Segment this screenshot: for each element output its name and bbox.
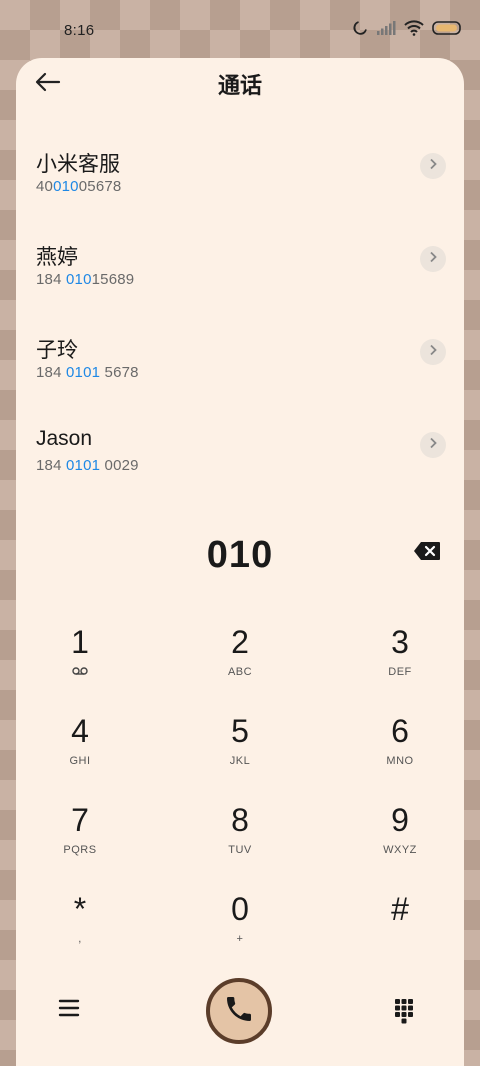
contact-item[interactable]: 燕婷 184 01015689 bbox=[36, 241, 446, 311]
key-letters: ABC bbox=[227, 666, 253, 678]
key-digit: # bbox=[391, 891, 409, 927]
key-1[interactable]: 1 bbox=[20, 624, 140, 694]
chevron-right-icon bbox=[428, 157, 438, 175]
key-2[interactable]: 2 ABC bbox=[180, 624, 300, 694]
key-letters: DEF bbox=[388, 666, 412, 678]
key-digit: 0 bbox=[231, 891, 249, 927]
key-letters: WXYZ bbox=[383, 844, 417, 856]
key-letters: GHI bbox=[69, 755, 91, 767]
key-8[interactable]: 8 TUV bbox=[180, 802, 300, 872]
match-highlight: 0101 bbox=[66, 457, 101, 474]
key-0[interactable]: 0 + bbox=[180, 891, 300, 961]
contact-number: 184 0101 5678 bbox=[36, 364, 139, 381]
voicemail-icon bbox=[20, 666, 140, 680]
phone-icon bbox=[223, 993, 255, 1030]
key-star[interactable]: * , bbox=[20, 891, 140, 961]
key-5[interactable]: 5 JKL bbox=[180, 713, 300, 783]
keypad-icon bbox=[394, 999, 414, 1028]
key-digit: 6 bbox=[391, 713, 409, 749]
key-digit: 8 bbox=[231, 802, 249, 838]
key-digit: 2 bbox=[231, 624, 249, 660]
top-bar: 通话 bbox=[16, 58, 464, 114]
key-hash[interactable]: # bbox=[340, 891, 460, 961]
key-letters bbox=[340, 933, 460, 947]
key-digit: 5 bbox=[231, 713, 249, 749]
contact-detail-button[interactable] bbox=[420, 432, 446, 458]
chevron-right-icon bbox=[428, 436, 438, 454]
key-7[interactable]: 7 PQRS bbox=[20, 802, 140, 872]
key-digit: 3 bbox=[391, 624, 409, 660]
dialed-number: 010 bbox=[206, 534, 274, 576]
key-letters: + bbox=[236, 933, 244, 945]
menu-icon bbox=[58, 999, 80, 1022]
keypad-toggle-button[interactable] bbox=[394, 998, 416, 1024]
key-letters: TUV bbox=[228, 844, 252, 856]
key-digit: 1 bbox=[71, 624, 89, 660]
dialer-panel: 通话 小米客服 4001005678 燕婷 184 01015689 子玲 18… bbox=[16, 58, 464, 1066]
contact-detail-button[interactable] bbox=[420, 153, 446, 179]
contact-name: 燕婷 bbox=[36, 246, 78, 269]
status-bar: 8:16 bbox=[0, 0, 480, 60]
key-digit: 9 bbox=[391, 802, 409, 838]
key-3[interactable]: 3 DEF bbox=[340, 624, 460, 694]
bottom-bar bbox=[16, 968, 464, 1058]
signal-icon bbox=[376, 21, 396, 35]
status-time: 8:16 bbox=[64, 22, 95, 39]
call-button[interactable] bbox=[206, 978, 272, 1044]
key-digit: 7 bbox=[71, 802, 89, 838]
menu-button[interactable] bbox=[58, 998, 88, 1024]
key-digit: * bbox=[73, 891, 87, 927]
contact-name: 小米客服 bbox=[36, 153, 120, 176]
contact-detail-button[interactable] bbox=[420, 339, 446, 365]
moon-icon bbox=[352, 20, 368, 36]
contact-number: 184 01015689 bbox=[36, 271, 135, 288]
wifi-icon bbox=[404, 20, 424, 36]
key-letters: MNO bbox=[386, 755, 414, 767]
contact-item[interactable]: 小米客服 4001005678 bbox=[36, 148, 446, 218]
match-highlight: 0101 bbox=[66, 364, 101, 381]
contact-name: 子玲 bbox=[36, 339, 78, 362]
contact-item[interactable]: Jason 184 0101 0029 bbox=[36, 427, 446, 497]
page-title: 通话 bbox=[217, 73, 262, 98]
contact-number: 184 0101 0029 bbox=[36, 457, 139, 474]
contact-item[interactable]: 子玲 184 0101 5678 bbox=[36, 334, 446, 404]
key-letters: PQRS bbox=[63, 844, 97, 856]
contact-detail-button[interactable] bbox=[420, 246, 446, 272]
match-highlight: 010 bbox=[66, 271, 92, 288]
key-6[interactable]: 6 MNO bbox=[340, 713, 460, 783]
chevron-right-icon bbox=[428, 343, 438, 361]
status-icons bbox=[352, 20, 462, 36]
key-letters: JKL bbox=[229, 755, 251, 767]
key-digit: 4 bbox=[71, 713, 89, 749]
backspace-icon bbox=[413, 541, 441, 566]
chevron-right-icon bbox=[428, 250, 438, 268]
key-4[interactable]: 4 GHI bbox=[20, 713, 140, 783]
contact-name: Jason bbox=[36, 427, 93, 450]
key-9[interactable]: 9 WXYZ bbox=[340, 802, 460, 872]
key-letters: , bbox=[78, 933, 82, 945]
battery-icon bbox=[432, 21, 462, 35]
backspace-button[interactable] bbox=[412, 541, 442, 566]
contact-number: 4001005678 bbox=[36, 178, 122, 195]
match-highlight: 010 bbox=[53, 178, 79, 195]
